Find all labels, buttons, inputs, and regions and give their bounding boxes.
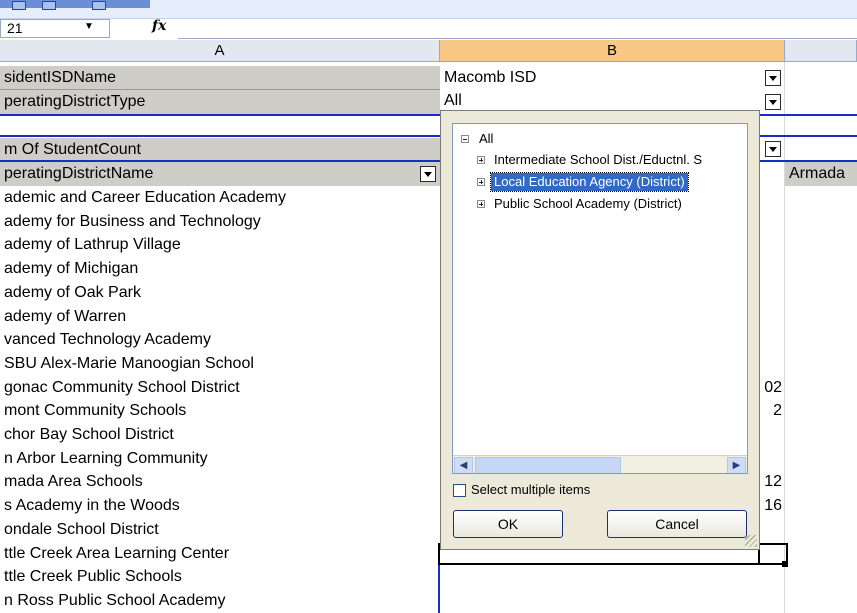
name-box-dropdown-icon[interactable]: ▼ <box>84 21 94 32</box>
tree-node-label: All <box>479 131 494 146</box>
column-header-a[interactable]: A <box>0 40 440 62</box>
chevron-down-icon[interactable] <box>12 1 26 10</box>
expand-icon[interactable] <box>477 156 485 164</box>
page-field-label: sidentISDName <box>0 66 440 90</box>
row-label[interactable]: vanced Technology Academy <box>0 328 440 352</box>
row-label[interactable]: n Arbor Learning Community <box>0 447 440 471</box>
resize-grip-icon[interactable] <box>745 535 757 547</box>
horizontal-scrollbar[interactable]: ◀ ▶ <box>453 455 747 473</box>
toolbar <box>0 0 857 19</box>
row-field-label: peratingDistrictName <box>0 162 440 186</box>
row-value[interactable] <box>760 328 785 352</box>
row-label[interactable]: ademy of Lathrup Village <box>0 233 440 257</box>
row-label[interactable]: n Ross Public School Academy <box>0 589 440 613</box>
page-field-label: peratingDistrictType <box>0 90 440 114</box>
row-field-dropdown-button[interactable] <box>420 166 436 182</box>
row-value[interactable] <box>760 186 785 210</box>
row-label[interactable]: ademy of Oak Park <box>0 281 440 305</box>
format-icon[interactable] <box>42 1 56 10</box>
page-field-value[interactable]: Macomb ISD <box>440 66 785 90</box>
row-label[interactable]: SBU Alex-Marie Manoogian School <box>0 352 440 376</box>
row-label[interactable]: ttle Creek Public Schools <box>0 565 440 589</box>
row-value[interactable] <box>760 589 785 613</box>
page-field-dropdown-button[interactable] <box>765 94 781 110</box>
data-field-label: m Of StudentCount <box>0 138 440 162</box>
column-field-dropdown-button[interactable] <box>765 141 781 157</box>
row-label[interactable]: gonac Community School District <box>0 376 440 400</box>
tree-node-label: Intermediate School Dist./Eductnl. S <box>494 152 703 167</box>
row-label[interactable]: ondale School District <box>0 518 440 542</box>
row-label[interactable]: ademy of Michigan <box>0 257 440 281</box>
formula-input[interactable] <box>178 19 857 39</box>
row-label[interactable]: ademy for Business and Technology <box>0 210 440 234</box>
filter-tree[interactable]: All Intermediate School Dist./Eductnl. S… <box>452 123 748 474</box>
select-multiple-label[interactable]: Select multiple items <box>471 482 590 498</box>
row-label[interactable]: mada Area Schools <box>0 470 440 494</box>
row-label[interactable]: ademic and Career Education Academy <box>0 186 440 210</box>
tree-node-label: Public School Academy (District) <box>494 196 682 211</box>
tree-node[interactable]: Intermediate School Dist./Eductnl. S <box>453 151 747 169</box>
row-value[interactable] <box>760 352 785 376</box>
row-value[interactable]: 16 <box>760 494 785 518</box>
expand-icon[interactable] <box>477 200 485 208</box>
scroll-left-icon[interactable]: ◀ <box>454 457 473 473</box>
column-header-b[interactable]: B <box>440 40 785 62</box>
row-value[interactable] <box>760 447 785 471</box>
row-label[interactable]: mont Community Schools <box>0 399 440 423</box>
page-field-dropdown-button[interactable] <box>765 70 781 86</box>
row-value[interactable] <box>760 565 785 589</box>
row-label[interactable]: ttle Creek Area Learning Center <box>0 542 440 566</box>
row-value[interactable] <box>760 210 785 234</box>
select-multiple-checkbox[interactable] <box>453 484 466 497</box>
row-value[interactable] <box>760 233 785 257</box>
column-header-c[interactable] <box>785 40 857 62</box>
scroll-thumb[interactable] <box>475 457 621 473</box>
row-label[interactable]: ademy of Warren <box>0 305 440 329</box>
chevron-down-icon[interactable] <box>92 1 106 10</box>
row-value[interactable] <box>760 281 785 305</box>
cancel-button[interactable]: Cancel <box>607 510 747 538</box>
column-item-label: Armada <box>785 162 857 186</box>
filter-popup: All Intermediate School Dist./Eductnl. S… <box>440 110 760 550</box>
ok-button[interactable]: OK <box>453 510 563 538</box>
row-label[interactable]: s Academy in the Woods <box>0 494 440 518</box>
collapse-icon[interactable] <box>461 135 469 143</box>
row-value[interactable]: 12 <box>760 470 785 494</box>
row-value[interactable]: 2 <box>760 399 785 423</box>
row-value[interactable] <box>760 423 785 447</box>
fx-icon[interactable]: fx <box>152 18 166 34</box>
row-value[interactable] <box>760 518 785 542</box>
expand-icon[interactable] <box>477 178 485 186</box>
scroll-right-icon[interactable]: ▶ <box>727 457 746 473</box>
row-label[interactable]: chor Bay School District <box>0 423 440 447</box>
tree-node-label-selected: Local Education Agency (District) <box>490 172 689 192</box>
fill-handle[interactable] <box>782 561 788 567</box>
row-value[interactable]: 02 <box>760 376 785 400</box>
row-value[interactable] <box>760 257 785 281</box>
row-value[interactable] <box>760 305 785 329</box>
